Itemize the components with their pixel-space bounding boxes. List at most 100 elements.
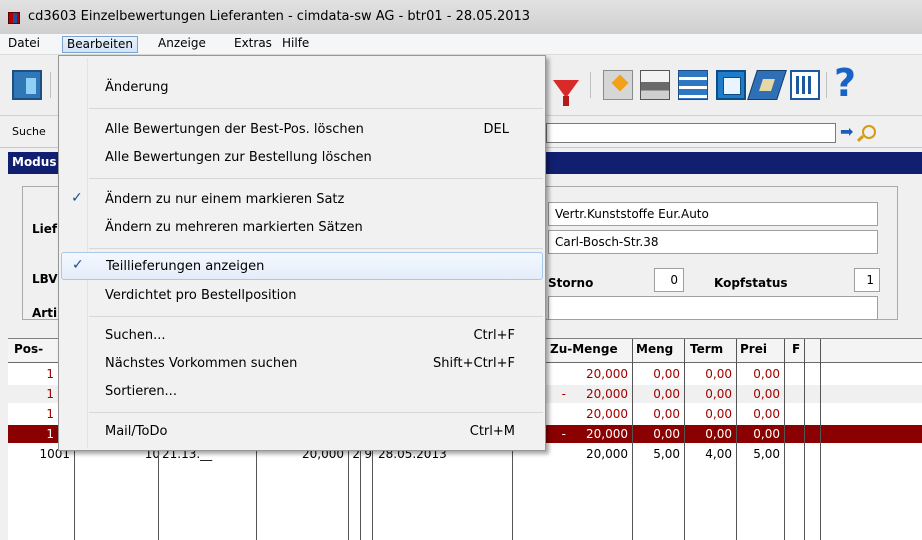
- search-input[interactable]: [546, 123, 836, 143]
- supplier-street-field[interactable]: Carl-Bosch-Str.38: [548, 230, 878, 254]
- col-header-pos[interactable]: Pos-: [14, 342, 43, 356]
- col-divider: [784, 339, 785, 540]
- col-header-prei[interactable]: Prei: [740, 342, 767, 356]
- search-icon[interactable]: [862, 125, 876, 139]
- row-prei: 5,00: [753, 447, 780, 461]
- app-icon: [8, 12, 20, 24]
- row-pos: 1: [46, 387, 54, 401]
- menu-item-naechstes-vorkommen[interactable]: Nächstes Vorkommen suchen Shift+Ctrl+F: [61, 350, 543, 378]
- menu-extras[interactable]: Extras: [230, 36, 276, 53]
- col-header-f[interactable]: F: [792, 342, 800, 356]
- menu-item-label: Sortieren...: [105, 384, 177, 399]
- label-arti: Arti: [32, 306, 58, 320]
- menu-item-mail-todo[interactable]: Mail/ToDo Ctrl+M: [61, 418, 543, 446]
- col-divider: [632, 339, 633, 540]
- menu-datei[interactable]: Datei: [4, 36, 44, 53]
- row-zu-menge: 20,000: [586, 387, 628, 401]
- menu-item-aenderung[interactable]: Änderung: [61, 74, 543, 102]
- toolbar-separator: [826, 72, 827, 98]
- row-meng: 0,00: [653, 367, 680, 381]
- row-meng: 5,00: [653, 447, 680, 461]
- menu-separator: [89, 178, 543, 179]
- row-pos: 1: [46, 367, 54, 381]
- filter-funnel-stem: [563, 96, 569, 106]
- windows-icon[interactable]: [716, 70, 746, 100]
- row-meng: 0,00: [653, 387, 680, 401]
- row-zu-menge: 20,000: [586, 427, 628, 441]
- col-header-zu-menge[interactable]: Zu-Menge: [550, 342, 618, 356]
- menu-item-label: Suchen...: [105, 328, 166, 343]
- menu-item-label: Alle Bewertungen der Best-Pos. löschen: [105, 122, 364, 137]
- row-zu-menge: 20,000: [586, 407, 628, 421]
- menu-item-verdichtet[interactable]: Verdichtet pro Bestellposition: [61, 282, 543, 310]
- menu-separator: [89, 248, 543, 249]
- menu-hilfe[interactable]: Hilfe: [278, 36, 313, 53]
- row-pos: 1: [46, 407, 54, 421]
- label-lief: Lief: [32, 222, 58, 236]
- print-icon[interactable]: [640, 70, 670, 100]
- bearbeiten-dropdown-menu: Änderung Alle Bewertungen der Best-Pos. …: [58, 55, 546, 451]
- col-header-meng[interactable]: Meng: [636, 342, 673, 356]
- menu-separator: [89, 108, 543, 109]
- storno-field[interactable]: 0: [654, 268, 684, 292]
- row-prei: 0,00: [753, 387, 780, 401]
- menu-item-aendern-einem-satz[interactable]: ✓ Ändern zu nur einem markieren Satz: [61, 186, 543, 214]
- edit-icon[interactable]: [603, 70, 633, 100]
- row-meng: 0,00: [653, 407, 680, 421]
- col-header-term[interactable]: Term: [690, 342, 723, 356]
- menu-item-label: Änderung: [105, 80, 169, 95]
- menu-bearbeiten[interactable]: Bearbeiten: [62, 36, 138, 53]
- kopfstatus-field[interactable]: 1: [854, 268, 880, 292]
- row-prei: 0,00: [753, 367, 780, 381]
- menu-item-shortcut: Ctrl+M: [469, 424, 515, 439]
- row-prei: 0,00: [753, 407, 780, 421]
- menu-item-shortcut: Shift+Ctrl+F: [433, 356, 515, 371]
- row-term: 0,00: [705, 407, 732, 421]
- arrow-right-icon[interactable]: ➡: [840, 122, 853, 142]
- menu-item-label: Ändern zu nur einem markieren Satz: [105, 192, 345, 207]
- menu-item-alle-bestellung-loeschen[interactable]: Alle Bewertungen zur Bestellung löschen: [61, 144, 543, 172]
- toolbar-separator: [590, 72, 591, 98]
- menu-bar: Datei Bearbeiten Anzeige Extras Hilfe: [0, 34, 922, 55]
- col-divider: [736, 339, 737, 540]
- row-zu-menge: 20,000: [586, 367, 628, 381]
- kopfstatus-label: Kopfstatus: [714, 276, 788, 290]
- row-term: 4,00: [705, 447, 732, 461]
- menu-item-label: Nächstes Vorkommen suchen: [105, 356, 298, 371]
- menu-item-alle-best-pos-loeschen[interactable]: Alle Bewertungen der Best-Pos. löschen D…: [61, 116, 543, 144]
- menu-item-sortieren[interactable]: Sortieren...: [61, 378, 543, 406]
- checkmark-icon: ✓: [72, 257, 84, 273]
- article-field[interactable]: [548, 296, 878, 320]
- label-lbv: LBV: [32, 272, 58, 286]
- row-prei: 0,00: [753, 427, 780, 441]
- col-divider: [820, 339, 821, 540]
- toolbar-separator: [50, 72, 51, 98]
- menu-item-suchen[interactable]: Suchen... Ctrl+F: [61, 322, 543, 350]
- menu-item-teillieferungen-anzeigen[interactable]: ✓ Teillieferungen anzeigen: [61, 252, 543, 280]
- menu-item-shortcut: Ctrl+F: [473, 328, 515, 343]
- menu-item-label: Alle Bewertungen zur Bestellung löschen: [105, 150, 372, 165]
- row-meng: 0,00: [653, 427, 680, 441]
- menu-item-shortcut: DEL: [483, 122, 509, 137]
- menu-item-label: Ändern zu mehreren markierten Sätzen: [105, 220, 363, 235]
- col-divider: [684, 339, 685, 540]
- window-title: cd3603 Einzelbewertungen Lieferanten - c…: [28, 9, 531, 24]
- modus-label: Modus: [12, 155, 57, 169]
- menu-item-aendern-mehreren-saetzen[interactable]: Ändern zu mehreren markierten Sätzen: [61, 214, 543, 242]
- tag-icon[interactable]: [747, 70, 787, 100]
- row-term: 0,00: [705, 387, 732, 401]
- grid-icon[interactable]: [790, 70, 820, 100]
- menu-item-label: Teillieferungen anzeigen: [106, 259, 265, 274]
- exit-door-icon[interactable]: [12, 70, 42, 100]
- col-divider: [804, 339, 805, 540]
- menu-separator: [89, 316, 543, 317]
- menu-anzeige[interactable]: Anzeige: [154, 36, 210, 53]
- menu-separator: [89, 412, 543, 413]
- menu-item-label: Verdichtet pro Bestellposition: [105, 288, 297, 303]
- rows-export-icon[interactable]: [678, 70, 708, 100]
- row-zu-menge: 20,000: [586, 447, 628, 461]
- checkmark-icon: ✓: [71, 190, 83, 206]
- help-icon[interactable]: ?: [834, 62, 856, 104]
- supplier-name-field[interactable]: Vertr.Kunststoffe Eur.Auto: [548, 202, 878, 226]
- search-label: Suche: [12, 125, 46, 138]
